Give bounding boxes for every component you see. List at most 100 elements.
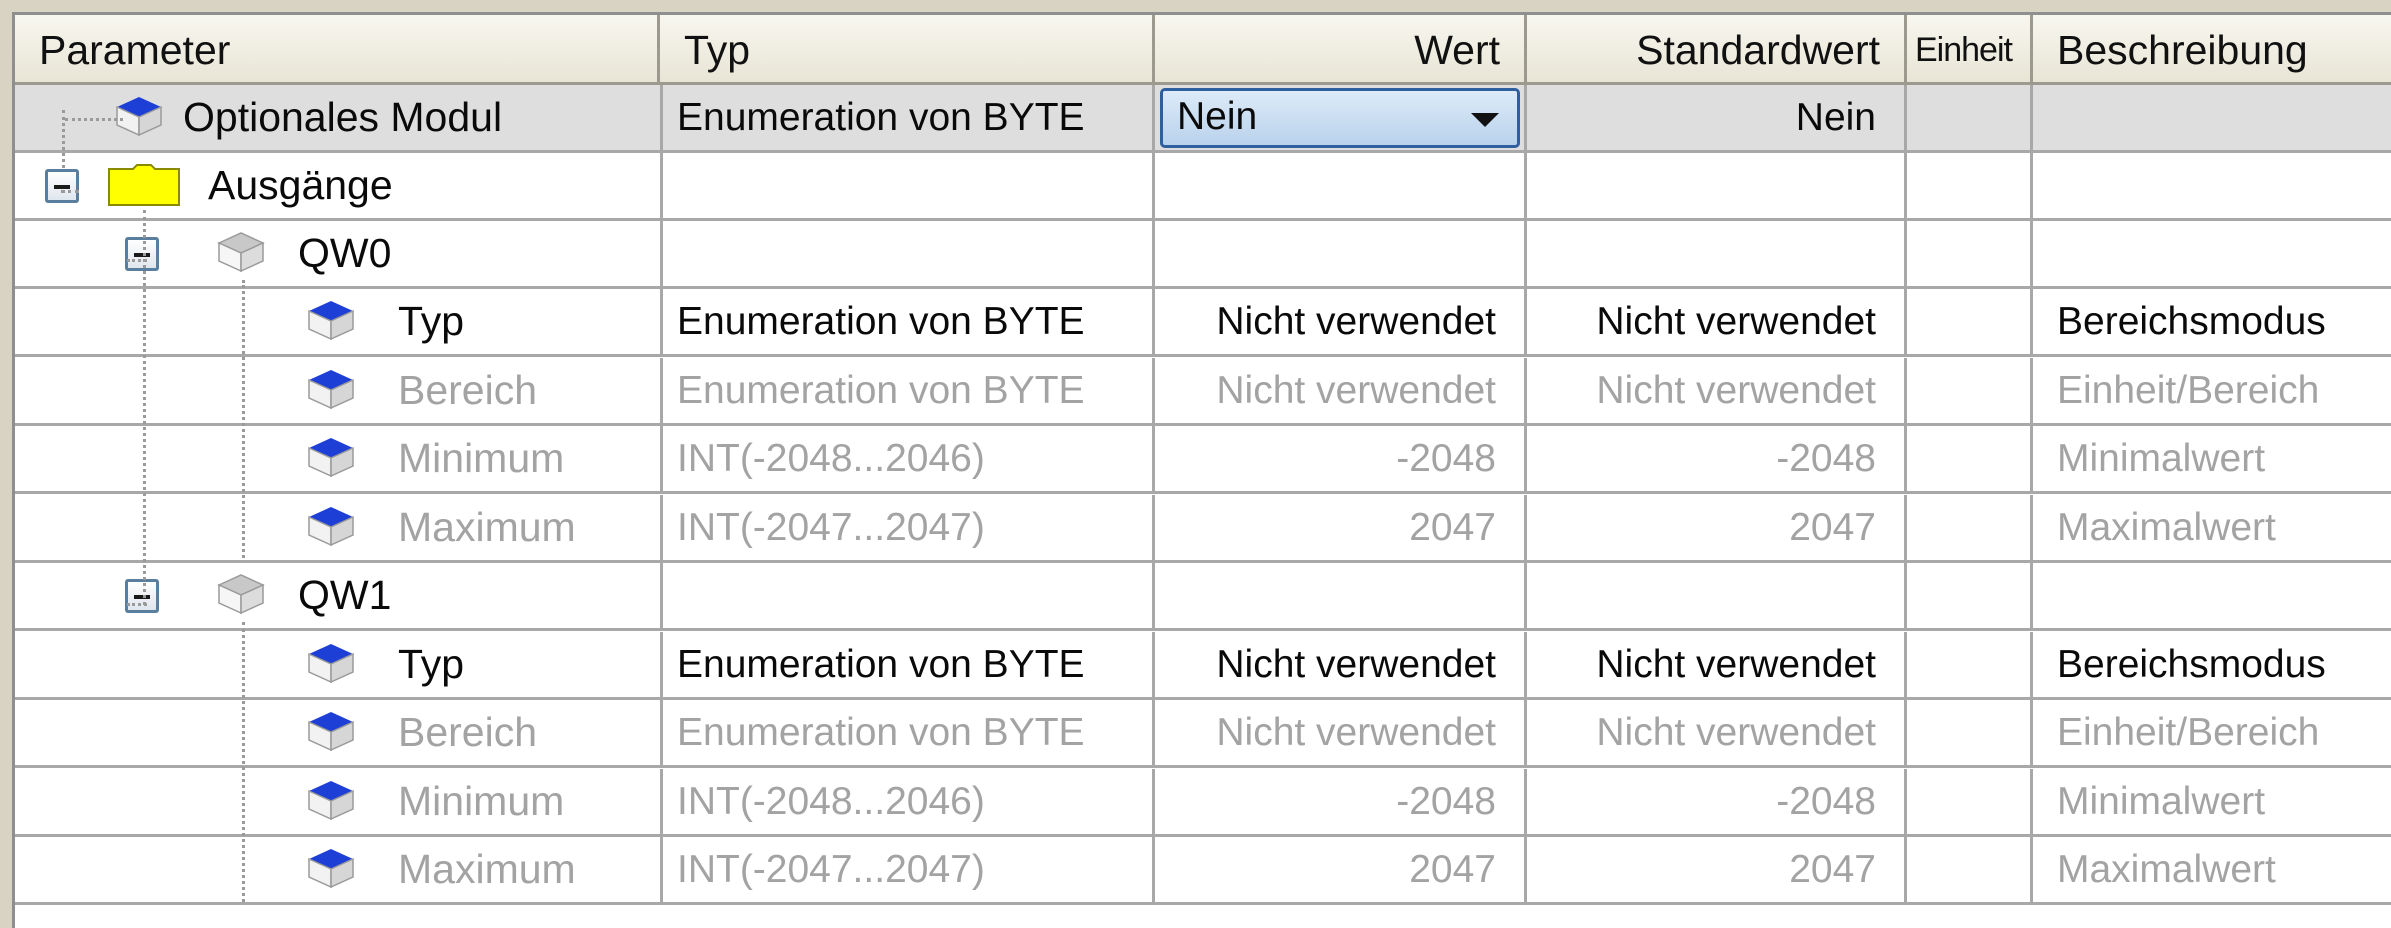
- standardwert-cell: Nein: [1527, 85, 1907, 150]
- einheit-cell: [1907, 221, 2033, 286]
- standardwert-cell: -2048: [1527, 769, 1907, 834]
- collapse-minus-icon[interactable]: [45, 169, 79, 203]
- beschreibung-cell: Einheit/Bereich: [2057, 369, 2320, 412]
- parameter-label: Minimum: [398, 778, 565, 824]
- einheit-cell: [1907, 563, 2033, 628]
- standardwert-cell: [1527, 221, 1907, 286]
- parameter-row[interactable]: Bereich Enumeration von BYTE Nicht verwend…: [15, 358, 2391, 426]
- parameter-grid: Parameter Typ Wert Standardwert Einheit …: [15, 15, 2391, 928]
- channel-row[interactable]: QW0: [15, 221, 2391, 289]
- parameter-label: Typ: [398, 298, 465, 344]
- wert-cell: -2048: [1155, 769, 1527, 834]
- blue-cube-icon: [305, 640, 357, 691]
- column-header-einheit[interactable]: Einheit: [1907, 15, 2033, 85]
- column-header-standardwert[interactable]: Standardwert: [1527, 15, 1907, 85]
- parameter-cell: Minimum: [15, 769, 660, 834]
- column-header-parameter[interactable]: Parameter: [15, 15, 660, 85]
- column-header-beschreibung[interactable]: Beschreibung: [2033, 15, 2391, 85]
- einheit-cell: [1907, 358, 2033, 423]
- tree-line: [143, 210, 146, 605]
- parameter-row[interactable]: Maximum INT(-2047...2047) 2047 2047 Maximalw…: [15, 837, 2391, 905]
- parameter-cell: Bereich: [15, 700, 660, 765]
- gray-cube-icon: [215, 571, 267, 622]
- parameter-row[interactable]: Minimum INT(-2048...2046) -2048 -2048 Minima…: [15, 426, 2391, 494]
- standardwert-cell: 2047: [1527, 837, 1907, 902]
- blue-cube-icon: [305, 434, 357, 485]
- wert-cell: [1155, 221, 1527, 286]
- parameter-cell: QW1: [15, 563, 660, 628]
- typ-cell: [660, 563, 1155, 628]
- blue-cube-icon: [305, 297, 357, 348]
- beschreibung-cell: Bereichsmodus: [2057, 643, 2326, 686]
- beschreibung-cell: Maximalwert: [2057, 506, 2276, 549]
- parameter-label: Ausgänge: [208, 162, 393, 208]
- parameter-cell: Typ: [15, 632, 660, 697]
- einheit-cell: [1907, 85, 2033, 150]
- channel-row[interactable]: QW1: [15, 563, 2391, 631]
- wert-cell: -2048: [1155, 426, 1527, 491]
- standardwert-cell: Nicht verwendet: [1527, 700, 1907, 765]
- typ-cell: INT(-2048...2046): [660, 426, 1155, 491]
- chevron-down-icon[interactable]: [1471, 113, 1499, 127]
- parameter-label: Bereich: [398, 367, 538, 413]
- wert-dropdown[interactable]: Nein: [1160, 88, 1520, 148]
- parameter-label: Typ: [398, 641, 465, 687]
- einheit-cell: [1907, 837, 2033, 902]
- wert-cell[interactable]: Nicht verwendet: [1155, 289, 1527, 354]
- parameter-row[interactable]: Maximum INT(-2047...2047) 2047 2047 Maximalw…: [15, 495, 2391, 563]
- standardwert-cell: Nicht verwendet: [1527, 358, 1907, 423]
- parameter-row[interactable]: Minimum INT(-2048...2046) -2048 -2048 Minima…: [15, 769, 2391, 837]
- typ-cell: Enumeration von BYTE: [660, 358, 1155, 423]
- parameter-label: Maximum: [398, 846, 576, 892]
- typ-cell: Enumeration von BYTE: [660, 700, 1155, 765]
- standardwert-cell: 2047: [1527, 495, 1907, 560]
- beschreibung-cell: [2033, 563, 2391, 628]
- beschreibung-cell: [2033, 153, 2391, 218]
- tree-line: [127, 259, 147, 262]
- parameter-row[interactable]: Typ Enumeration von BYTE Nicht verwendet Ni…: [15, 289, 2391, 357]
- wert-cell[interactable]: Nicht verwendet: [1155, 632, 1527, 697]
- standardwert-cell: [1527, 153, 1907, 218]
- blue-cube-icon: [305, 503, 357, 554]
- collapse-minus-icon[interactable]: [125, 579, 159, 613]
- folder-row[interactable]: Ausgänge: [15, 153, 2391, 221]
- einheit-cell: [1907, 153, 2033, 218]
- column-header-typ[interactable]: Typ: [660, 15, 1155, 85]
- einheit-cell: [1907, 700, 2033, 765]
- parameter-label: QW1: [298, 572, 392, 618]
- parameter-label: Maximum: [398, 504, 576, 550]
- einheit-cell: [1907, 289, 2033, 354]
- typ-cell: [660, 153, 1155, 218]
- folder-icon: [107, 163, 181, 212]
- parameter-cell: QW0: [15, 221, 660, 286]
- blue-cube-icon: [305, 708, 357, 759]
- tree-line: [61, 190, 79, 193]
- typ-cell: INT(-2047...2047): [660, 495, 1155, 560]
- typ-cell: INT(-2047...2047): [660, 837, 1155, 902]
- parameter-row[interactable]: Typ Enumeration von BYTE Nicht verwendet Ni…: [15, 632, 2391, 700]
- standardwert-cell: -2048: [1527, 426, 1907, 491]
- gray-cube-icon: [215, 229, 267, 280]
- parameter-label: Bereich: [398, 709, 538, 755]
- standardwert-cell: Nicht verwendet: [1527, 289, 1907, 354]
- einheit-cell: [1907, 769, 2033, 834]
- collapse-minus-icon[interactable]: [125, 237, 159, 271]
- beschreibung-cell: Bereichsmodus: [2057, 300, 2326, 343]
- typ-cell: [660, 221, 1155, 286]
- dropdown-value: Nein: [1177, 95, 1258, 138]
- beschreibung-cell: [2033, 221, 2391, 286]
- column-header-wert[interactable]: Wert: [1155, 15, 1527, 85]
- module-row[interactable]: Optionales Modul Enumeration von BYTE Nein…: [15, 85, 2391, 153]
- parameter-cell: Minimum: [15, 426, 660, 491]
- typ-cell: INT(-2048...2046): [660, 769, 1155, 834]
- parameter-label: QW0: [298, 230, 392, 276]
- wert-cell: [1155, 153, 1527, 218]
- parameter-cell: Typ: [15, 289, 660, 354]
- tree-line: [127, 603, 147, 606]
- parameter-label: Optionales Modul: [183, 94, 503, 140]
- parameter-row[interactable]: Bereich Enumeration von BYTE Nicht verwend…: [15, 700, 2391, 768]
- parameter-cell: Maximum: [15, 837, 660, 902]
- blue-cube-icon: [305, 845, 357, 896]
- einheit-cell: [1907, 495, 2033, 560]
- wert-cell: Nein: [1155, 85, 1527, 150]
